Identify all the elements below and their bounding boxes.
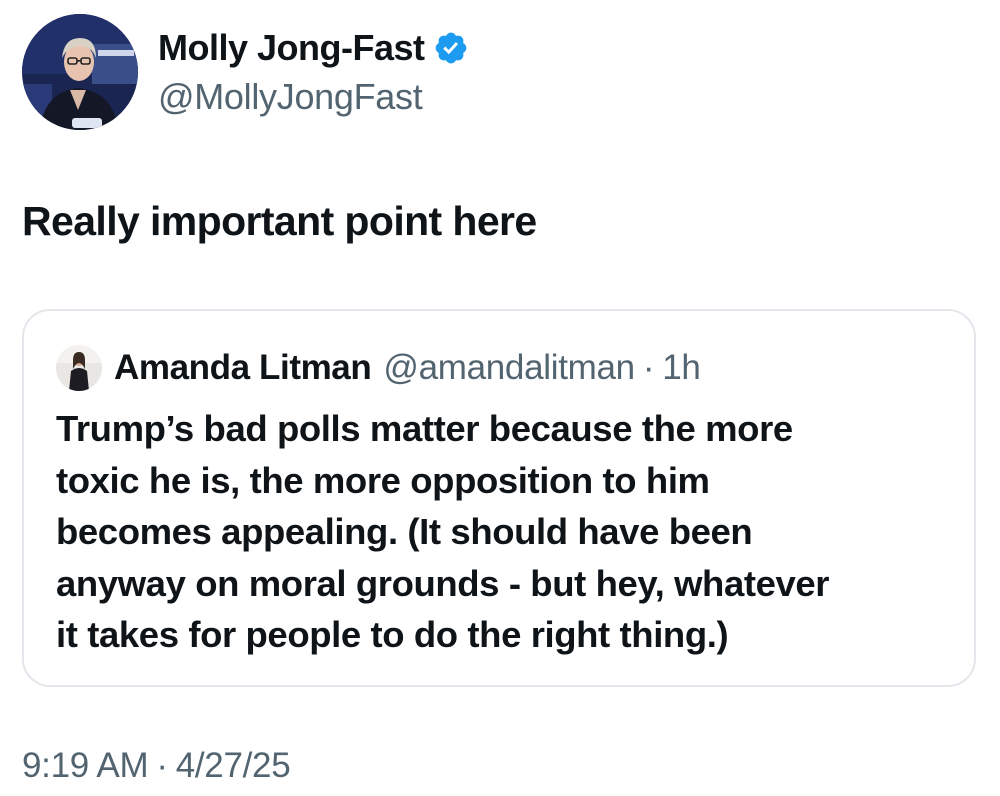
author-avatar[interactable] [22,14,138,130]
quoted-author-handle[interactable]: @amandalitman [383,348,635,388]
quoted-tweet-text: Trump’s bad polls matter because the mor… [56,403,956,661]
quoted-text-line: it takes for people to do the right thin… [56,614,729,655]
author-info: Molly Jong-Fast @MollyJongFast [158,26,469,118]
author-avatar-image [22,14,138,130]
tweet: Molly Jong-Fast @MollyJongFast Really im… [0,0,1000,796]
quoted-separator: · [642,348,655,387]
timestamp-separator: · [156,746,168,785]
tweet-timestamp[interactable]: 9:19 AM · 4/27/25 [22,746,291,786]
tweet-date: 4/27/25 [175,746,291,785]
quoted-text-line: anyway on moral grounds - but hey, whate… [56,562,830,604]
author-name-row: Molly Jong-Fast [158,26,469,70]
quoted-author-avatar[interactable] [56,345,102,391]
quoted-tweet-card[interactable]: Amanda Litman @amandalitman · 1h Trump’s… [22,309,976,687]
verified-badge-icon[interactable] [433,30,469,66]
tweet-time: 9:19 AM [22,746,149,785]
quoted-tweet-header: Amanda Litman @amandalitman · 1h [56,345,701,391]
quoted-text-line: becomes appealing. (It should have been [56,511,753,552]
quoted-relative-time[interactable]: 1h [662,348,701,388]
quoted-author-name[interactable]: Amanda Litman [114,348,372,388]
author-display-name[interactable]: Molly Jong-Fast [158,27,425,69]
quoted-author-avatar-image [56,345,102,391]
tweet-text: Really important point here [22,198,537,244]
quoted-text-line: toxic he is, the more opposition to him [56,459,710,501]
quoted-text-line: Trump’s bad polls matter because the mor… [56,408,793,449]
author-handle[interactable]: @MollyJongFast [158,76,469,118]
